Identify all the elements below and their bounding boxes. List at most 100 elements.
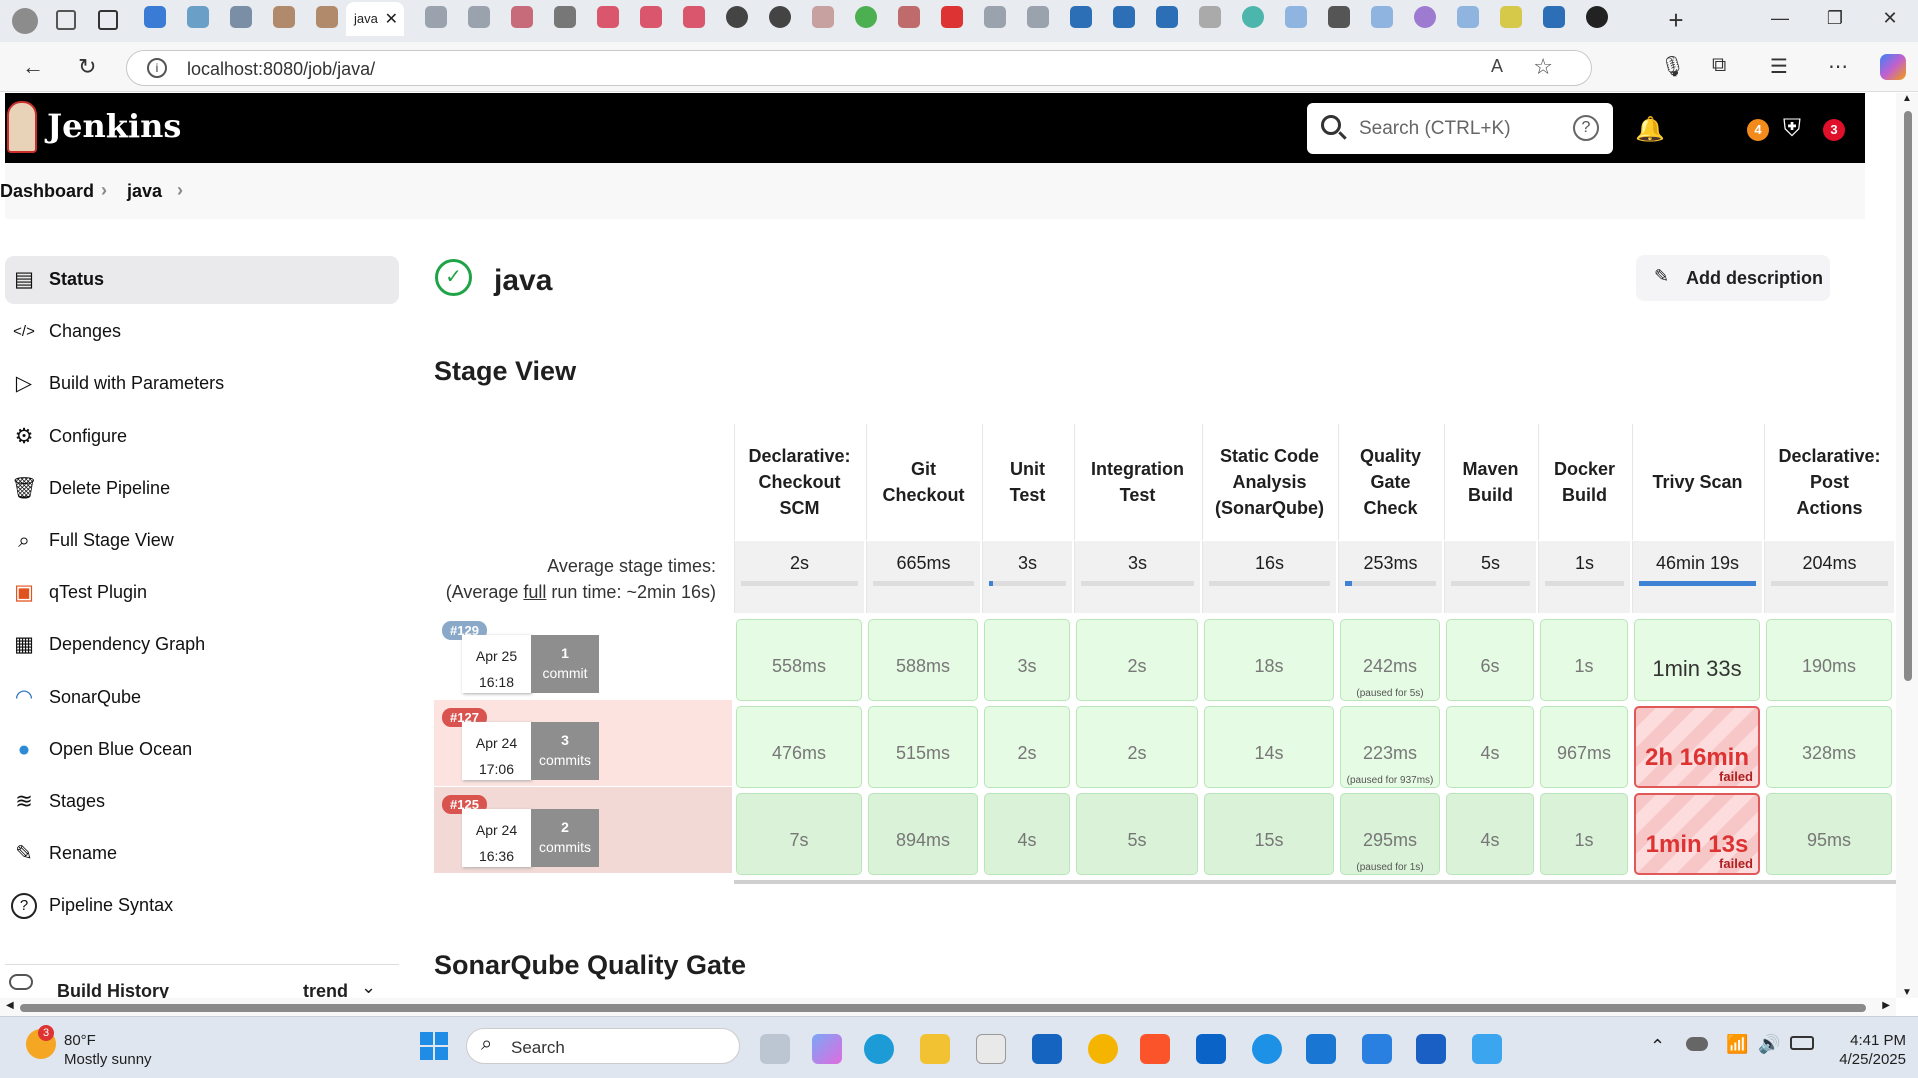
tab-favicon-icon[interactable] bbox=[230, 6, 252, 28]
stage-cell-success[interactable]: 4s bbox=[1446, 706, 1534, 788]
commits-box[interactable]: 3 commits bbox=[531, 722, 599, 780]
jenkins-favicon-icon[interactable] bbox=[316, 6, 338, 28]
clock[interactable]: 4:41 PM 4/25/2025 bbox=[1830, 1031, 1906, 1069]
taskbar-search[interactable]: ⌕ Search bbox=[466, 1028, 740, 1064]
scroll-right-icon[interactable]: ▶ bbox=[1882, 1000, 1890, 1011]
linkedin-favicon-icon[interactable] bbox=[1070, 6, 1092, 28]
full-run-time-link[interactable]: full bbox=[523, 582, 546, 602]
stage-cell-success[interactable]: 6s bbox=[1446, 619, 1534, 701]
start-windows-icon[interactable] bbox=[420, 1032, 448, 1060]
workspaces-icon[interactable] bbox=[56, 10, 76, 30]
vertical-scrollbar[interactable]: ▲ ▼ bbox=[1896, 93, 1918, 998]
stage-cell-success[interactable]: 5s bbox=[1076, 793, 1198, 875]
sidebar-item-status[interactable]: ▤ Status bbox=[5, 256, 399, 304]
stage-cell-success[interactable]: 4s bbox=[1446, 793, 1534, 875]
linkedin-favicon-icon[interactable] bbox=[1543, 6, 1565, 28]
onedrive-cloud-icon[interactable] bbox=[1686, 1037, 1708, 1051]
scroll-down-icon[interactable]: ▼ bbox=[1902, 987, 1912, 998]
microsoft-store-icon[interactable] bbox=[976, 1034, 1006, 1064]
jenkins-logo-text[interactable]: Jenkins bbox=[47, 107, 181, 145]
sidebar-item-qtest-plugin[interactable]: ▣ qTest Plugin bbox=[5, 569, 399, 617]
horizontal-scroll-thumb[interactable] bbox=[20, 1004, 1866, 1012]
tab-favicon-icon[interactable] bbox=[468, 6, 490, 28]
chevron-down-icon[interactable]: ⌄ bbox=[361, 977, 376, 998]
stage-cell-success[interactable]: 242ms (paused for 5s) bbox=[1340, 619, 1440, 701]
stage-cell-success[interactable]: 190ms bbox=[1766, 619, 1892, 701]
stage-cell-success[interactable]: 3s bbox=[984, 619, 1070, 701]
commits-box[interactable]: 2 commits bbox=[531, 809, 599, 867]
tab-favicon-icon[interactable] bbox=[425, 6, 447, 28]
tab-favicon-icon[interactable] bbox=[898, 6, 920, 28]
stage-cell-success[interactable]: 95ms bbox=[1766, 793, 1892, 875]
horizontal-scrollbar[interactable]: ◀ ▶ bbox=[0, 998, 1896, 1016]
address-bar[interactable]: i localhost:8080/job/java/ A ☆ bbox=[126, 50, 1592, 86]
chevron-right-icon[interactable]: › bbox=[177, 180, 183, 201]
tab-favicon-icon[interactable] bbox=[1027, 6, 1049, 28]
youtube-favicon-icon[interactable] bbox=[640, 6, 662, 28]
sidebar-item-sonarqube[interactable]: ◠ SonarQube bbox=[5, 674, 399, 722]
netflix-favicon-icon[interactable] bbox=[941, 6, 963, 28]
search-input[interactable]: Search (CTRL+K) ? bbox=[1307, 103, 1613, 154]
refresh-icon[interactable]: ↻ bbox=[78, 54, 96, 80]
tab-favicon-icon[interactable] bbox=[1199, 6, 1221, 28]
docker-icon[interactable] bbox=[1252, 1034, 1282, 1064]
stage-cell-success[interactable]: 4s bbox=[984, 793, 1070, 875]
stage-cell-success[interactable]: 7s bbox=[736, 793, 862, 875]
gmail-favicon-icon[interactable] bbox=[812, 6, 834, 28]
stage-cell-success[interactable]: 295ms (paused for 1s) bbox=[1340, 793, 1440, 875]
youtube-favicon-icon[interactable] bbox=[597, 6, 619, 28]
read-aloud-icon[interactable]: A bbox=[1491, 56, 1503, 77]
github-favicon-icon[interactable] bbox=[769, 6, 791, 28]
wifi-icon[interactable]: 📶 bbox=[1726, 1034, 1748, 1055]
security-badge[interactable]: 3 bbox=[1823, 119, 1845, 141]
back-icon[interactable]: ← bbox=[22, 54, 44, 80]
tab-favicon-icon[interactable] bbox=[1414, 6, 1436, 28]
shield-icon[interactable]: ⛨ bbox=[1783, 115, 1801, 143]
bell-icon[interactable]: 🔔 bbox=[1635, 115, 1665, 144]
stage-cell-success[interactable]: 15s bbox=[1204, 793, 1334, 875]
stage-cell-success[interactable]: 1s bbox=[1540, 619, 1628, 701]
tab-favicon-icon[interactable] bbox=[1500, 6, 1522, 28]
stage-cell-success[interactable]: 588ms bbox=[868, 619, 978, 701]
volume-icon[interactable]: 🔊 bbox=[1758, 1034, 1780, 1055]
close-tab-icon[interactable]: ✕ bbox=[385, 9, 398, 29]
copilot-app-icon[interactable] bbox=[812, 1034, 842, 1064]
vertical-scroll-thumb[interactable] bbox=[1904, 111, 1912, 681]
add-description-button[interactable]: ✎ Add description bbox=[1636, 255, 1830, 301]
linkedin-favicon-icon[interactable] bbox=[1113, 6, 1135, 28]
tab-favicon-icon[interactable] bbox=[187, 6, 209, 28]
trend-link[interactable]: trend bbox=[303, 981, 348, 998]
stage-cell-failed[interactable]: 1min 13s failed bbox=[1634, 793, 1760, 875]
search-favicon-icon[interactable] bbox=[1285, 6, 1307, 28]
sidebar-item-pipeline-syntax[interactable]: ? Pipeline Syntax bbox=[5, 882, 399, 930]
search-favicon-icon[interactable] bbox=[1457, 6, 1479, 28]
chevron-up-icon[interactable]: ⌃ bbox=[1650, 1036, 1665, 1057]
breadcrumb-java[interactable]: java bbox=[127, 181, 162, 202]
microphone-icon[interactable]: 🎙 bbox=[1660, 54, 1685, 79]
task-view-icon[interactable] bbox=[760, 1034, 790, 1064]
edge-app-icon[interactable] bbox=[864, 1034, 894, 1064]
search-favicon-icon[interactable] bbox=[1371, 6, 1393, 28]
copilot-icon[interactable] bbox=[1880, 54, 1906, 80]
sidebar-item-build-with-parameters[interactable]: ▷ Build with Parameters bbox=[5, 360, 399, 408]
stage-cell-success[interactable]: 515ms bbox=[868, 706, 978, 788]
minimize-icon[interactable]: — bbox=[1760, 8, 1800, 29]
stage-cell-success[interactable]: 894ms bbox=[868, 793, 978, 875]
sidebar-item-dependency-graph[interactable]: ▦ Dependency Graph bbox=[5, 621, 399, 669]
openai-favicon-icon[interactable] bbox=[1586, 6, 1608, 28]
jenkins-favicon-icon[interactable] bbox=[273, 6, 295, 28]
new-tab-icon[interactable]: + bbox=[1656, 5, 1696, 36]
stage-cell-success[interactable]: 2s bbox=[1076, 706, 1198, 788]
maximize-icon[interactable]: ❐ bbox=[1815, 8, 1855, 29]
stage-cell-success[interactable]: 14s bbox=[1204, 706, 1334, 788]
pinned-tabs[interactable]: java ✕ bbox=[140, 2, 1608, 36]
tab-favicon-icon[interactable] bbox=[1328, 6, 1350, 28]
stage-cell-success[interactable]: 18s bbox=[1204, 619, 1334, 701]
sidebar-item-changes[interactable]: </> Changes bbox=[5, 308, 399, 356]
battery-icon[interactable] bbox=[1790, 1036, 1814, 1050]
word-icon[interactable] bbox=[1416, 1034, 1446, 1064]
active-tab[interactable]: java ✕ bbox=[346, 2, 404, 36]
linkedin-favicon-icon[interactable] bbox=[1156, 6, 1178, 28]
jenkins-butler-logo-icon[interactable] bbox=[7, 101, 37, 153]
profile-avatar-icon[interactable] bbox=[12, 8, 38, 34]
